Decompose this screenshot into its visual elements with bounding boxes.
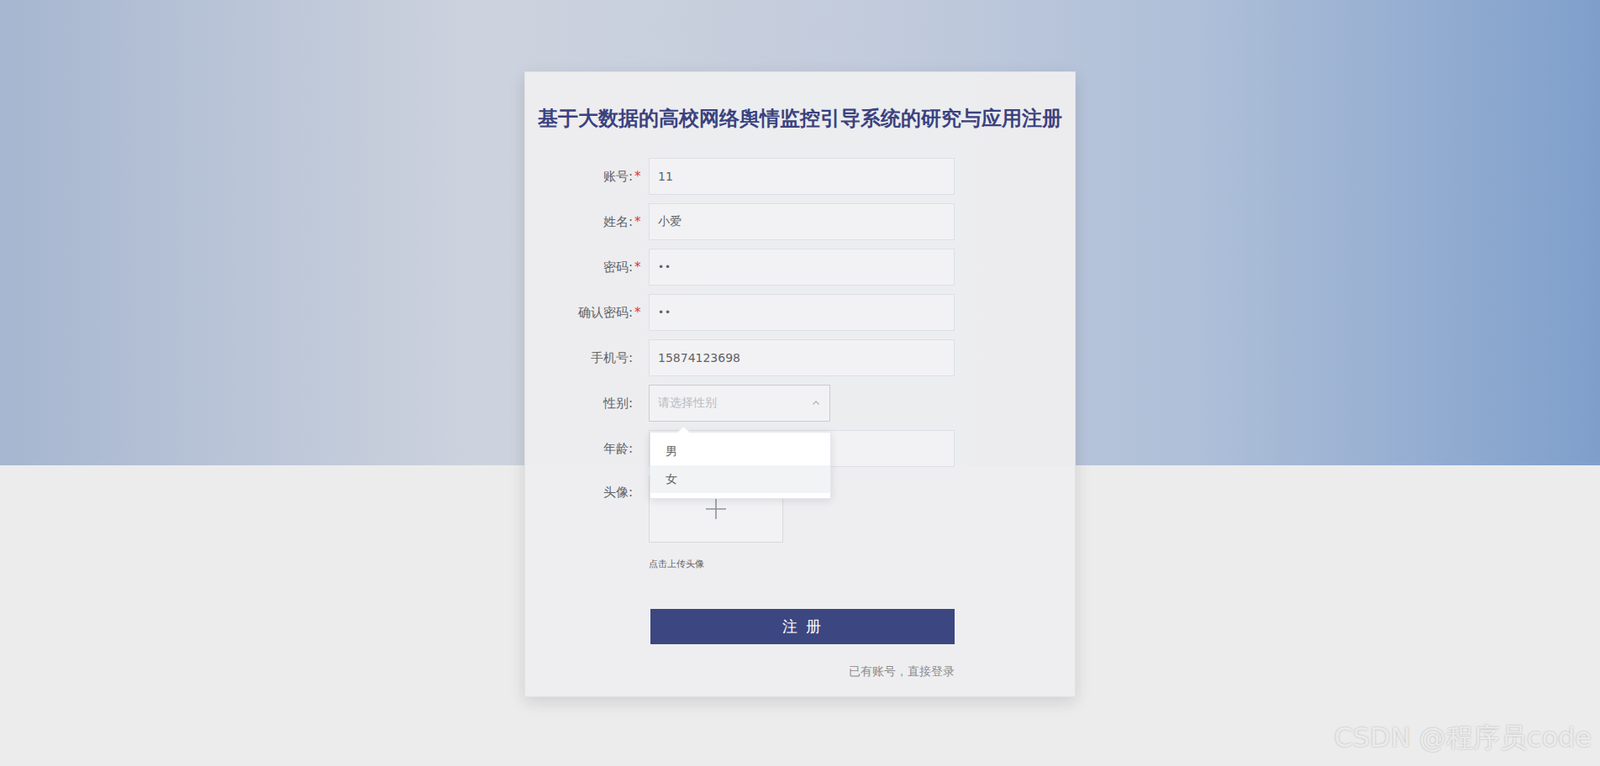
field-label: 姓名:*: [525, 203, 643, 241]
text-input[interactable]: 15874123698: [648, 339, 955, 377]
required-mark: *: [634, 305, 643, 321]
register-page: 基于大数据的高校网络舆情监控引导系统的研究与应用注册账号:*11姓名:*小爱密码…: [0, 0, 1600, 766]
select-option[interactable]: 男: [650, 437, 831, 466]
gender-select-wrap: 请选择性别男女: [648, 384, 831, 422]
register-button[interactable]: 注 册: [650, 609, 955, 645]
text-input[interactable]: 11: [648, 157, 955, 195]
field-label: 密码:*: [525, 248, 643, 286]
form-row: 姓名:*小爱: [525, 203, 1075, 241]
password-input[interactable]: ••: [648, 294, 955, 332]
page-title: 基于大数据的高校网络舆情监控引导系统的研究与应用注册: [537, 105, 1063, 132]
form-row: 账号:*11: [525, 157, 1075, 195]
form-row: 性别:请选择性别男女: [525, 384, 1075, 422]
dropdown-arrow: [677, 426, 691, 440]
watermark: CSDN @程序员code: [1333, 720, 1592, 758]
text-input[interactable]: 小爱: [648, 203, 955, 241]
password-input[interactable]: ••: [648, 248, 955, 286]
select-option[interactable]: 女: [650, 465, 831, 494]
plus-icon: [704, 497, 728, 522]
field-label: 手机号:: [525, 339, 643, 377]
chevron-icon: [810, 398, 822, 409]
login-link[interactable]: 已有账号，直接登录: [848, 664, 955, 680]
form-row: 手机号:15874123698: [525, 339, 1075, 377]
form-row: 确认密码:*••: [525, 294, 1075, 332]
button-row: 注 册: [525, 609, 1075, 645]
upload-hint: 点击上传头像: [648, 557, 784, 571]
required-mark: *: [634, 214, 643, 230]
gender-select[interactable]: 请选择性别: [648, 384, 831, 422]
select-dropdown: 男女: [649, 431, 832, 500]
field-label: 性别:: [525, 384, 643, 422]
required-mark: *: [634, 259, 643, 275]
link-row: 已有账号，直接登录: [525, 664, 955, 680]
field-label: 账号:*: [525, 157, 643, 195]
register-form: 账号:*11姓名:*小爱密码:*••确认密码:*••手机号:1587412369…: [525, 157, 1075, 697]
field-label: 头像:: [525, 475, 643, 510]
field-label: 确认密码:*: [525, 294, 643, 332]
form-row: 密码:*••: [525, 248, 1075, 286]
field-label: 年龄:: [525, 430, 643, 468]
register-card: 基于大数据的高校网络舆情监控引导系统的研究与应用注册账号:*11姓名:*小爱密码…: [524, 71, 1076, 698]
required-mark: *: [634, 168, 643, 185]
